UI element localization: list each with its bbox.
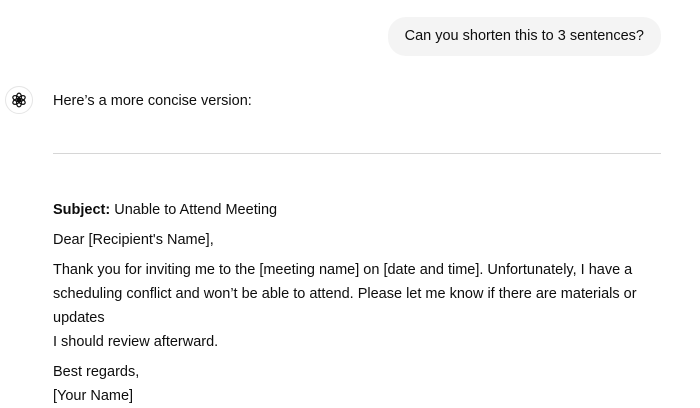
email-subject: Subject: Unable to Attend Meeting bbox=[53, 198, 665, 222]
email-closing: Best regards, bbox=[53, 364, 140, 380]
email-body: Thank you for inviting me to the [meetin… bbox=[53, 258, 665, 354]
divider bbox=[53, 153, 661, 154]
email-draft: Subject: Unable to Attend Meeting Dear [… bbox=[53, 198, 665, 408]
user-message-text: Can you shorten this to 3 sentences? bbox=[404, 28, 644, 44]
email-body-line: scheduling conflict and won’t be able to… bbox=[53, 286, 637, 326]
user-message-bubble: Can you shorten this to 3 sentences? bbox=[387, 17, 661, 56]
email-body-line: I should review afterward. bbox=[53, 334, 219, 350]
openai-logo-icon bbox=[12, 92, 26, 108]
assistant-avatar bbox=[5, 86, 33, 114]
assistant-intro: Here’s a more concise version: bbox=[53, 93, 252, 109]
email-body-line: Thank you for inviting me to the [meetin… bbox=[53, 262, 633, 278]
email-subject-value: Unable to Attend Meeting bbox=[114, 202, 278, 218]
assistant-message: Here’s a more concise version: bbox=[53, 91, 663, 111]
email-signature: [Your Name] bbox=[53, 388, 134, 404]
email-greeting: Dear [Recipient's Name], bbox=[53, 232, 214, 248]
email-subject-label: Subject: bbox=[53, 202, 111, 218]
